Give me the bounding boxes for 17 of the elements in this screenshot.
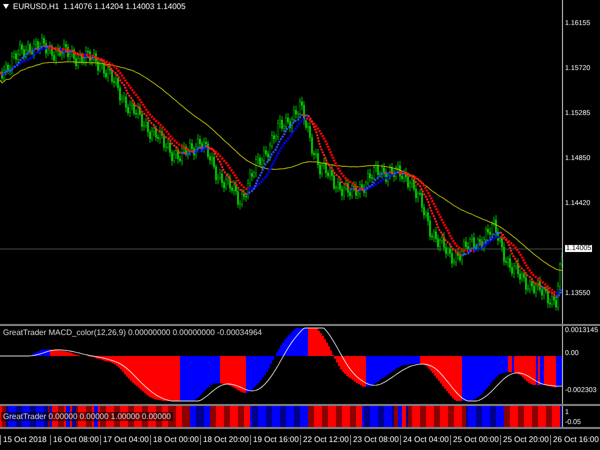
time-axis-label: 18 Oct 00:00 <box>150 434 200 444</box>
symbol-label: EURUSD,H1 <box>13 2 60 11</box>
time-axis-label: 25 Oct 00:00 <box>450 434 500 444</box>
time-axis-label: 26 Oct 16:00 <box>550 434 600 444</box>
indicator-header: GreatTrader 0.00000 0.00000 1.00000 0.00000 <box>1 412 173 421</box>
time-axis-label: 16 Oct 08:00 <box>50 434 100 444</box>
time-axis-label: 22 Oct 12:00 <box>300 434 350 444</box>
time-axis-label: 15 Oct 2018 <box>0 434 50 444</box>
dropdown-triangle-icon[interactable] <box>3 4 9 9</box>
time-axis-label: 25 Oct 20:00 <box>500 434 550 444</box>
time-axis-label: 24 Oct 04:00 <box>400 434 450 444</box>
time-axis-label: 17 Oct 04:00 <box>100 434 150 444</box>
price-quotes: 1.14076 1.14204 1.14003 1.14005 <box>63 2 186 11</box>
indicator-header: GreatTrader MACD_color(12,26,9) 0.00000000 0.00000000 -0.00034964 <box>3 328 262 337</box>
time-axis-label: 23 Oct 08:00 <box>350 434 400 444</box>
time-axis-label: 18 Oct 20:00 <box>200 434 250 444</box>
time-axis-label: 19 Oct 16:00 <box>250 434 300 444</box>
